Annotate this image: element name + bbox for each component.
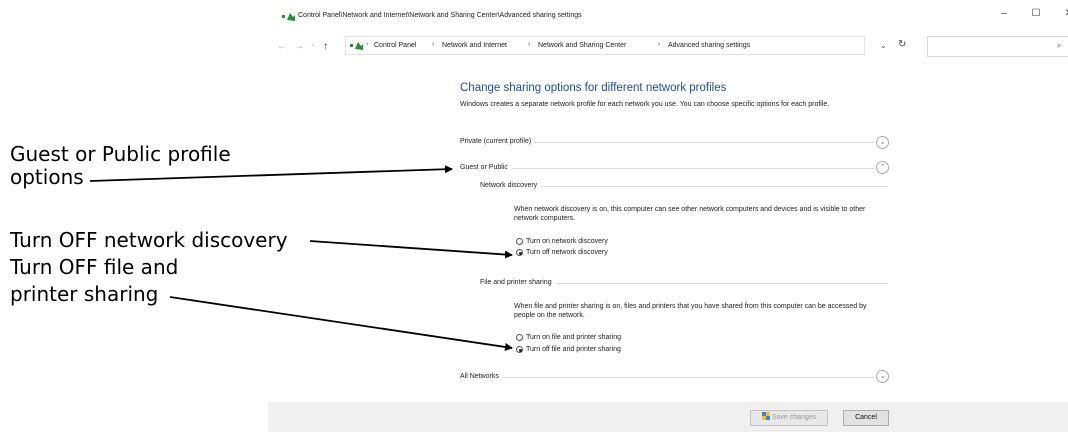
annotation-arrows	[89, 165, 513, 351]
arrow-to-file-sharing-off	[169, 296, 513, 351]
arrow-to-guest-public	[89, 165, 453, 182]
arrow-to-network-discovery-off	[309, 240, 513, 259]
